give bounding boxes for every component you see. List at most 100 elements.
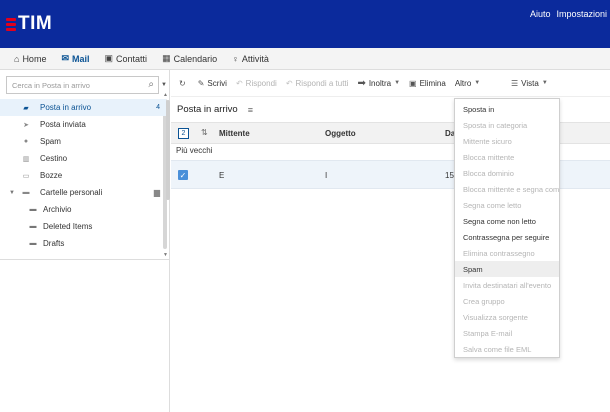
reply-icon: ↶ — [235, 78, 243, 88]
folder-icon: ▬ — [22, 189, 30, 196]
brand-name: TIM — [18, 13, 53, 34]
menu-item-block-and-mark-spam[interactable]: Blocca mittente e segna come spam — [455, 181, 559, 197]
folder-deleted-items[interactable]: ▬ Deleted Items — [0, 218, 166, 235]
folder-drafts[interactable]: ▭ Bozze — [0, 167, 166, 184]
reply-button[interactable]: ↶ Rispondi — [236, 79, 277, 88]
search-options-chevron-icon[interactable]: ▼ — [161, 82, 167, 88]
more-dropdown-menu: Sposta in Sposta in categoria Mittente s… — [454, 98, 560, 358]
reply-all-button[interactable]: ↶ Rispondi a tutti — [286, 79, 349, 88]
trash-icon: ▥ — [22, 155, 30, 163]
menu-item-save-eml[interactable]: Salva come file EML — [455, 341, 559, 357]
new-folder-icon[interactable]: ▆ — [154, 188, 160, 197]
chevron-down-icon: ▼ — [474, 80, 481, 86]
forward-button[interactable]: ➡ Inoltra ▼ — [357, 78, 400, 89]
refresh-button[interactable]: ↻ — [179, 79, 189, 88]
forward-icon: ➡ — [357, 77, 366, 89]
top-header: TIM Aiuto Impostazioni — [0, 0, 610, 48]
scroll-up-arrow-icon[interactable]: ▲ — [163, 92, 168, 98]
folder-label: Archivio — [43, 205, 72, 214]
folder-label: Drafts — [43, 239, 65, 248]
delete-button[interactable]: ▣ Elimina — [409, 79, 446, 88]
nav-calendar[interactable]: ▦ Calendario — [162, 53, 217, 64]
menu-item-spam[interactable]: Spam — [455, 261, 559, 277]
list-title: Posta in arrivo — [177, 104, 238, 115]
menu-item-block-domain[interactable]: Blocca dominio — [455, 165, 559, 181]
group-label: Più vecchi — [176, 146, 213, 155]
sort-icon[interactable]: ⇅ — [201, 128, 208, 137]
menu-item-unflag[interactable]: Elimina contrassegno — [455, 245, 559, 261]
help-link[interactable]: Aiuto — [530, 9, 551, 19]
write-button[interactable]: ✎ Scrivi — [198, 79, 227, 88]
nav-contacts-label: Contatti — [116, 53, 148, 64]
menu-item-invite-to-event[interactable]: Invita destinatari all'evento — [455, 277, 559, 293]
nav-contacts[interactable]: ▣ Contatti — [105, 53, 148, 64]
folder-sent[interactable]: ➤ Posta inviata — [0, 116, 166, 133]
mail-toolbar: ↻ ✎ Scrivi ↶ Rispondi ↶ Rispondi a tutti… — [171, 70, 610, 97]
folder-personal[interactable]: ▼ ▬ Cartelle personali ▆ — [0, 184, 166, 201]
folder-trash[interactable]: ▥ Cestino — [0, 150, 166, 167]
menu-item-safe-sender[interactable]: Mittente sicuro — [455, 133, 559, 149]
view-label: Vista — [521, 78, 539, 88]
calendar-icon: ▦ — [162, 53, 171, 63]
menu-item-print[interactable]: Stampa E-mail — [455, 325, 559, 341]
delete-label: Elimina — [419, 78, 446, 88]
search-icon[interactable]: ⌕ — [148, 79, 154, 90]
settings-link[interactable]: Impostazioni — [556, 9, 607, 19]
header-links: Aiuto Impostazioni — [530, 9, 607, 19]
column-sender[interactable]: Mittente — [219, 129, 250, 138]
list-scrollbar[interactable] — [166, 100, 170, 200]
folder-icon: ▬ — [29, 223, 37, 230]
nav-calendar-label: Calendario — [173, 53, 218, 64]
home-icon: ⌂ — [14, 53, 20, 64]
tim-logo[interactable]: TIM — [6, 13, 52, 35]
folder-label: Posta in arrivo — [40, 103, 92, 112]
menu-item-block-sender[interactable]: Blocca mittente — [455, 149, 559, 165]
menu-item-view-source[interactable]: Visualizza sorgente — [455, 309, 559, 325]
filter-icon[interactable]: ≡ — [248, 105, 253, 115]
menu-item-move-to[interactable]: Sposta in — [455, 101, 559, 117]
write-label: Scrivi — [207, 78, 227, 88]
sent-icon: ➤ — [23, 121, 29, 129]
folder-label: Cestino — [40, 154, 68, 163]
menu-item-mark-read[interactable]: Segna come letto — [455, 197, 559, 213]
nav-home[interactable]: ⌂ Home — [14, 54, 46, 64]
folder-inbox[interactable]: ▰ Posta in arrivo 4 — [0, 99, 166, 116]
selected-count-badge[interactable]: 2 — [178, 128, 189, 139]
folder-icon: ▬ — [29, 240, 37, 247]
nav-tasks-label: Attività — [241, 53, 269, 64]
folder-archive[interactable]: ▬ Archivio — [0, 201, 166, 218]
menu-item-move-to-category[interactable]: Sposta in categoria — [455, 117, 559, 133]
search-input[interactable] — [12, 80, 142, 90]
menu-item-create-group[interactable]: Crea gruppo — [455, 293, 559, 309]
folder-label: Spam — [40, 137, 61, 146]
chevron-down-icon: ▼ — [541, 80, 548, 86]
folder-spam[interactable]: ● Spam — [0, 133, 166, 150]
column-subject[interactable]: Oggetto — [325, 129, 356, 138]
nav-mail[interactable]: ✉ Mail — [61, 53, 89, 64]
tasks-icon: ♀ — [232, 53, 239, 64]
folder-label: Bozze — [40, 171, 63, 180]
menu-item-flag[interactable]: Contrassegna per seguire — [455, 229, 559, 245]
more-label: Altro — [454, 78, 472, 88]
scroll-down-arrow-icon[interactable]: ▼ — [163, 252, 168, 258]
forward-label: Inoltra — [368, 78, 392, 88]
collapse-chevron-icon[interactable]: ▼ — [9, 190, 15, 196]
drafts-icon: ▭ — [22, 172, 30, 180]
row-checkbox[interactable]: ✓ — [178, 170, 188, 180]
compose-icon: ✎ — [197, 78, 205, 88]
search-box: ⌕ — [6, 76, 159, 94]
contacts-icon: ▣ — [104, 53, 114, 63]
folder-label: Cartelle personali — [40, 188, 103, 197]
more-button[interactable]: Altro ▼ — [455, 79, 480, 88]
refresh-icon: ↻ — [179, 78, 186, 88]
nav-tasks[interactable]: ♀ Attività — [232, 54, 269, 64]
view-button[interactable]: ☰ Vista ▼ — [511, 79, 548, 88]
row-sender: E — [219, 171, 225, 180]
inbox-icon: ▰ — [23, 104, 29, 112]
nav-mail-label: Mail — [72, 53, 90, 64]
menu-item-mark-unread[interactable]: Segna come non letto — [455, 213, 559, 229]
folder-label: Posta inviata — [40, 120, 86, 129]
folder-drafts-sub[interactable]: ▬ Drafts — [0, 235, 166, 252]
sidebar-divider — [0, 259, 170, 260]
reply-all-label: Rispondi a tutti — [295, 78, 349, 88]
